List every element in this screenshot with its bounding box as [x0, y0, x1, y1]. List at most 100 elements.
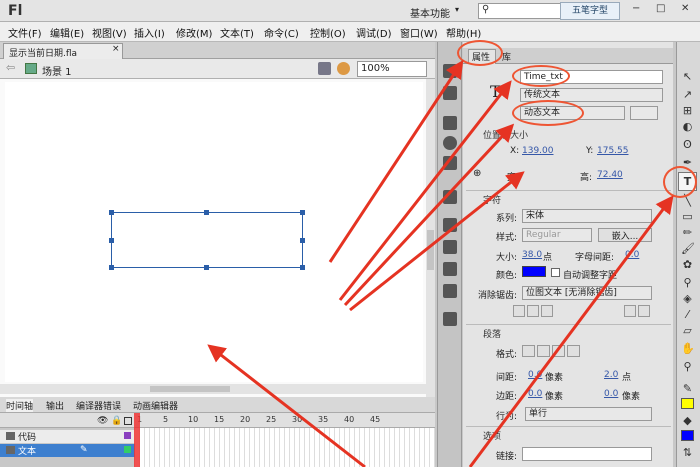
- section-options[interactable]: 选项: [483, 429, 501, 442]
- tab-motion-editor[interactable]: 动画编辑器: [133, 399, 178, 412]
- resize-handle[interactable]: [204, 210, 209, 215]
- behaviors-icon[interactable]: [443, 262, 457, 276]
- layer-row[interactable]: 代码: [0, 430, 135, 443]
- resize-handle[interactable]: [300, 265, 305, 270]
- tab-timeline[interactable]: 时间轴: [6, 399, 34, 412]
- menu-insert[interactable]: 插入(I): [134, 25, 165, 40]
- brush-tool-icon[interactable]: 🖌: [681, 242, 695, 255]
- color-icon[interactable]: [443, 64, 457, 78]
- fill-color-icon[interactable]: ◆: [681, 414, 694, 427]
- scene-panel-icon[interactable]: [443, 312, 457, 326]
- paint-bucket-tool-icon[interactable]: ◈: [681, 292, 694, 305]
- lock-icon[interactable]: 🔒: [111, 416, 122, 426]
- back-arrow-icon[interactable]: ⇦: [6, 61, 15, 74]
- justify-icon[interactable]: [567, 345, 580, 357]
- antialias-select[interactable]: 位图文本 [无消除锯齿]: [522, 286, 652, 300]
- pencil-tool-icon[interactable]: ✏: [681, 226, 694, 239]
- orientation-select[interactable]: [630, 106, 658, 120]
- menu-debug[interactable]: 调试(D): [356, 25, 392, 40]
- transform-icon[interactable]: [443, 156, 457, 170]
- rectangle-tool-icon[interactable]: ▭: [681, 210, 694, 223]
- eye-icon[interactable]: 👁: [97, 416, 108, 426]
- right-margin-value[interactable]: 0.0: [604, 389, 618, 399]
- dynamic-text-box[interactable]: [111, 212, 303, 268]
- menu-edit[interactable]: 编辑(E): [50, 25, 84, 40]
- font-style-select[interactable]: Regular: [522, 228, 592, 242]
- menu-window[interactable]: 窗口(W): [400, 25, 438, 40]
- menu-help[interactable]: 帮助(H): [446, 25, 481, 40]
- menu-commands[interactable]: 命令(C): [264, 25, 299, 40]
- workspace-switcher[interactable]: 基本功能: [410, 5, 450, 20]
- resize-handle[interactable]: [109, 210, 114, 215]
- menu-control[interactable]: 控制(O): [310, 25, 346, 40]
- subscript-icon[interactable]: [638, 305, 650, 317]
- bone-tool-icon[interactable]: ⚲: [681, 276, 694, 289]
- superscript-icon[interactable]: [624, 305, 636, 317]
- menu-text[interactable]: 文本(T): [220, 25, 254, 40]
- left-margin-value[interactable]: 0.0: [528, 389, 542, 399]
- hand-tool-icon[interactable]: ✋: [681, 342, 695, 355]
- history-icon[interactable]: [443, 284, 457, 298]
- document-tab[interactable]: 显示当前日期.fla: [3, 43, 123, 59]
- maximize-button[interactable]: □: [656, 3, 665, 14]
- zoom-tool-icon[interactable]: ⚲: [681, 360, 694, 373]
- menu-file[interactable]: 文件(F): [8, 25, 42, 40]
- eyedropper-tool-icon[interactable]: ⁄: [681, 308, 694, 321]
- section-character[interactable]: 字符: [483, 193, 501, 206]
- menu-modify[interactable]: 修改(M): [176, 25, 212, 40]
- tab-output[interactable]: 输出: [46, 399, 64, 412]
- close-button[interactable]: ✕: [681, 3, 689, 14]
- layer-row[interactable]: 文本: [0, 444, 135, 457]
- line-spacing-value[interactable]: 2.0: [604, 370, 618, 380]
- selection-tool-icon[interactable]: ↖: [681, 70, 694, 83]
- frame-grid[interactable]: [135, 428, 435, 467]
- align-left-icon[interactable]: [522, 345, 535, 357]
- minimize-button[interactable]: −: [632, 3, 640, 14]
- resize-handle[interactable]: [300, 210, 305, 215]
- info-icon[interactable]: [443, 136, 457, 150]
- size-value[interactable]: 38.0: [522, 250, 542, 260]
- chevron-down-icon[interactable]: ▾: [455, 5, 459, 14]
- behavior-select[interactable]: 单行: [525, 407, 652, 421]
- lasso-tool-icon[interactable]: ʘ: [681, 138, 694, 151]
- indent-value[interactable]: 0.0: [528, 370, 542, 380]
- align-icon[interactable]: [443, 116, 457, 130]
- edit-scene-icon[interactable]: [337, 62, 350, 75]
- link-proportions-icon[interactable]: ⊕: [473, 168, 481, 179]
- swatches-icon[interactable]: [443, 86, 457, 100]
- resize-handle[interactable]: [109, 238, 114, 243]
- height-value[interactable]: 72.40: [597, 170, 623, 180]
- section-paragraph[interactable]: 段落: [483, 327, 501, 340]
- selectable-icon[interactable]: [513, 305, 525, 317]
- scrollbar-thumb[interactable]: [427, 230, 434, 270]
- align-right-icon[interactable]: [552, 345, 565, 357]
- stroke-color-swatch[interactable]: [681, 398, 694, 409]
- embed-button[interactable]: 嵌入...: [598, 228, 652, 242]
- playhead[interactable]: [134, 413, 140, 467]
- text-color-swatch[interactable]: [522, 266, 546, 277]
- autokern-checkbox[interactable]: [551, 268, 560, 277]
- outline-icon[interactable]: [124, 417, 132, 425]
- stroke-color-icon[interactable]: ✎: [681, 382, 694, 395]
- deco-tool-icon[interactable]: ✿: [681, 258, 694, 271]
- resize-handle[interactable]: [109, 265, 114, 270]
- link-input[interactable]: [522, 447, 652, 461]
- zoom-select[interactable]: 100%: [357, 61, 427, 77]
- x-value[interactable]: 139.00: [522, 146, 554, 156]
- 3d-rotation-tool-icon[interactable]: ◐: [681, 120, 694, 133]
- render-html-icon[interactable]: [527, 305, 539, 317]
- close-icon[interactable]: ×: [112, 44, 120, 54]
- font-family-select[interactable]: 宋体: [522, 209, 652, 223]
- resize-handle[interactable]: [300, 238, 305, 243]
- free-transform-tool-icon[interactable]: ⊞: [681, 104, 694, 117]
- scrollbar-thumb[interactable]: [150, 386, 230, 392]
- letter-spacing-value[interactable]: 0.0: [625, 250, 639, 260]
- border-icon[interactable]: [541, 305, 553, 317]
- fill-color-swatch[interactable]: [681, 430, 694, 441]
- align-center-icon[interactable]: [537, 345, 550, 357]
- scene-label[interactable]: 场景 1: [42, 63, 72, 78]
- tab-compiler-errors[interactable]: 编译器错误: [76, 399, 121, 412]
- components-icon[interactable]: [443, 190, 457, 204]
- subselection-tool-icon[interactable]: ↗: [681, 88, 694, 101]
- menu-view[interactable]: 视图(V): [92, 25, 127, 40]
